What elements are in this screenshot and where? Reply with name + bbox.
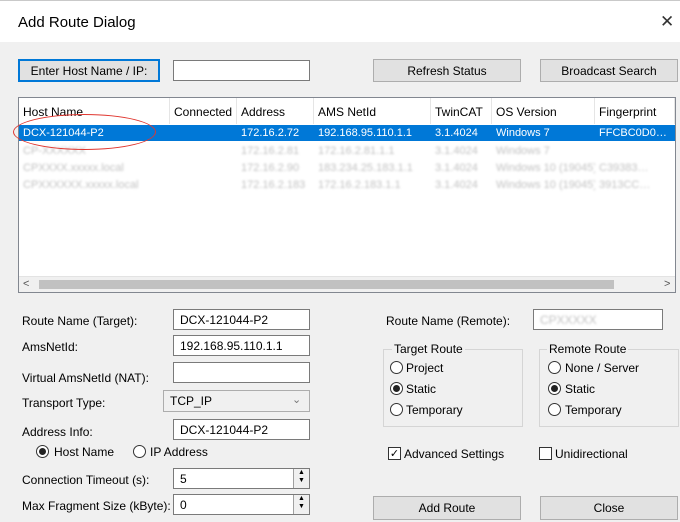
enter-host-button[interactable]: Enter Host Name / IP: bbox=[18, 59, 160, 82]
remote-static-radio[interactable] bbox=[548, 382, 561, 395]
cell-os-version: Windows 10 (19045) bbox=[496, 179, 595, 191]
target-project-radio[interactable] bbox=[390, 361, 403, 374]
chevron-down-icon: ⌄ bbox=[292, 394, 302, 406]
column-fingerprint[interactable]: Fingerprint bbox=[595, 98, 675, 124]
connection-timeout-value: 5 bbox=[180, 472, 187, 486]
remote-none-server-label: None / Server bbox=[565, 361, 640, 375]
annotation-ellipse bbox=[13, 114, 156, 150]
spin-up-icon[interactable]: ▲ bbox=[294, 469, 309, 477]
cell-twincat: 3.1.4024 bbox=[435, 179, 478, 191]
cell-address: 172.16.2.90 bbox=[241, 162, 300, 174]
remote-temporary-radio[interactable] bbox=[548, 403, 561, 416]
host-input[interactable] bbox=[173, 60, 310, 81]
max-fragment-value: 0 bbox=[180, 498, 187, 512]
route-name-input[interactable]: DCX-121044-P2 bbox=[173, 309, 310, 330]
route-name-remote-value: CPXXXXX bbox=[540, 313, 597, 327]
cell-ams-netid: 172.16.2.81.1.1 bbox=[318, 145, 395, 157]
address-info-label: Address Info: bbox=[22, 425, 93, 439]
cell-fingerprint: FFCBC0D0… bbox=[599, 127, 667, 139]
cell-ams-netid: 172.16.2.183.1.1 bbox=[318, 179, 401, 191]
cell-address: 172.16.2.72 bbox=[241, 127, 300, 139]
cell-fingerprint: 3913CC… bbox=[599, 179, 651, 191]
ip-address-radio[interactable] bbox=[133, 445, 146, 458]
table-row[interactable]: CPXXXXXX.xxxxx.local 172.16.2.183 172.16… bbox=[19, 177, 675, 193]
cell-address: 172.16.2.183 bbox=[241, 179, 306, 191]
remote-static-label: Static bbox=[565, 382, 596, 396]
spin-down-icon[interactable]: ▼ bbox=[294, 503, 309, 511]
virtual-amsnetid-input[interactable] bbox=[173, 362, 310, 383]
timeout-spinner[interactable]: ▲ ▼ bbox=[293, 469, 309, 488]
scrollbar-thumb[interactable] bbox=[39, 280, 614, 289]
route-name-label: Route Name (Target): bbox=[22, 314, 138, 328]
cell-host-name: CPXXXXXX.xxxxx.local bbox=[23, 179, 139, 191]
horizontal-scrollbar[interactable]: < > bbox=[19, 276, 675, 292]
scroll-right-icon[interactable]: > bbox=[664, 278, 670, 290]
transport-type-value: TCP_IP bbox=[170, 394, 213, 408]
target-temporary-label: Temporary bbox=[406, 403, 463, 417]
cell-os-version: Windows 7 bbox=[496, 127, 550, 139]
column-twincat[interactable]: TwinCAT bbox=[431, 98, 492, 124]
refresh-status-button[interactable]: Refresh Status bbox=[373, 59, 521, 82]
virtual-amsnetid-label: Virtual AmsNetId (NAT): bbox=[22, 371, 149, 385]
target-static-radio[interactable] bbox=[390, 382, 403, 395]
add-route-button[interactable]: Add Route bbox=[373, 496, 521, 520]
advanced-settings-checkbox[interactable]: ✓ bbox=[388, 447, 401, 460]
unidirectional-checkbox[interactable] bbox=[539, 447, 552, 460]
host-name-radio[interactable] bbox=[36, 445, 49, 458]
fragment-spinner[interactable]: ▲ ▼ bbox=[293, 495, 309, 514]
target-route-title: Target Route bbox=[392, 342, 465, 356]
cell-twincat: 3.1.4024 bbox=[435, 162, 478, 174]
max-fragment-label: Max Fragment Size (kByte): bbox=[22, 499, 171, 513]
cell-ams-netid: 183.234.25.183.1.1 bbox=[318, 162, 413, 174]
ip-address-radio-label: IP Address bbox=[150, 445, 208, 459]
cell-connected bbox=[170, 125, 237, 141]
transport-type-label: Transport Type: bbox=[22, 396, 106, 410]
target-project-label: Project bbox=[406, 361, 444, 375]
table-row[interactable]: CPXXXX.xxxxx.local 172.16.2.90 183.234.2… bbox=[19, 160, 675, 176]
cell-os-version: Windows 10 (19045) bbox=[496, 162, 595, 174]
cell-os-version: Windows 7 bbox=[496, 145, 550, 157]
column-address[interactable]: Address bbox=[237, 98, 314, 124]
advanced-settings-label: Advanced Settings bbox=[404, 447, 505, 461]
address-info-input[interactable]: DCX-121044-P2 bbox=[173, 419, 310, 440]
remote-none-server-radio[interactable] bbox=[548, 361, 561, 374]
host-name-radio-label: Host Name bbox=[54, 445, 115, 459]
connection-timeout-label: Connection Timeout (s): bbox=[22, 473, 150, 487]
unidirectional-label: Unidirectional bbox=[555, 447, 628, 461]
target-static-label: Static bbox=[406, 382, 437, 396]
column-connected[interactable]: Connected bbox=[170, 98, 237, 124]
cell-ams-netid: 192.168.95.110.1.1 bbox=[318, 127, 412, 139]
column-ams-netid[interactable]: AMS NetId bbox=[314, 98, 431, 124]
amsnetid-input[interactable]: 192.168.95.110.1.1 bbox=[173, 335, 310, 356]
close-icon[interactable]: ✕ bbox=[660, 12, 674, 32]
remote-temporary-label: Temporary bbox=[565, 403, 622, 417]
cell-twincat: 3.1.4024 bbox=[435, 127, 478, 139]
route-name-remote-input[interactable]: CPXXXXX bbox=[533, 309, 663, 330]
cell-twincat: 3.1.4024 bbox=[435, 145, 478, 157]
column-os-version[interactable]: OS Version bbox=[492, 98, 595, 124]
target-temporary-radio[interactable] bbox=[390, 403, 403, 416]
spin-up-icon[interactable]: ▲ bbox=[294, 495, 309, 503]
transport-type-select[interactable]: TCP_IP ⌄ bbox=[163, 390, 310, 412]
spin-down-icon[interactable]: ▼ bbox=[294, 477, 309, 485]
connection-timeout-input[interactable]: 5 ▲ ▼ bbox=[173, 468, 310, 489]
amsnetid-label: AmsNetId: bbox=[22, 340, 79, 354]
cell-fingerprint: C39383… bbox=[599, 162, 649, 174]
remote-route-title: Remote Route bbox=[547, 342, 629, 356]
route-name-remote-label: Route Name (Remote): bbox=[386, 314, 511, 328]
broadcast-search-button[interactable]: Broadcast Search bbox=[540, 59, 678, 82]
max-fragment-input[interactable]: 0 ▲ ▼ bbox=[173, 494, 310, 515]
window-title: Add Route Dialog bbox=[18, 14, 136, 31]
cell-address: 172.16.2.81 bbox=[241, 145, 300, 157]
close-button[interactable]: Close bbox=[540, 496, 678, 520]
cell-host-name: CPXXXX.xxxxx.local bbox=[23, 162, 124, 174]
scroll-left-icon[interactable]: < bbox=[23, 278, 29, 290]
